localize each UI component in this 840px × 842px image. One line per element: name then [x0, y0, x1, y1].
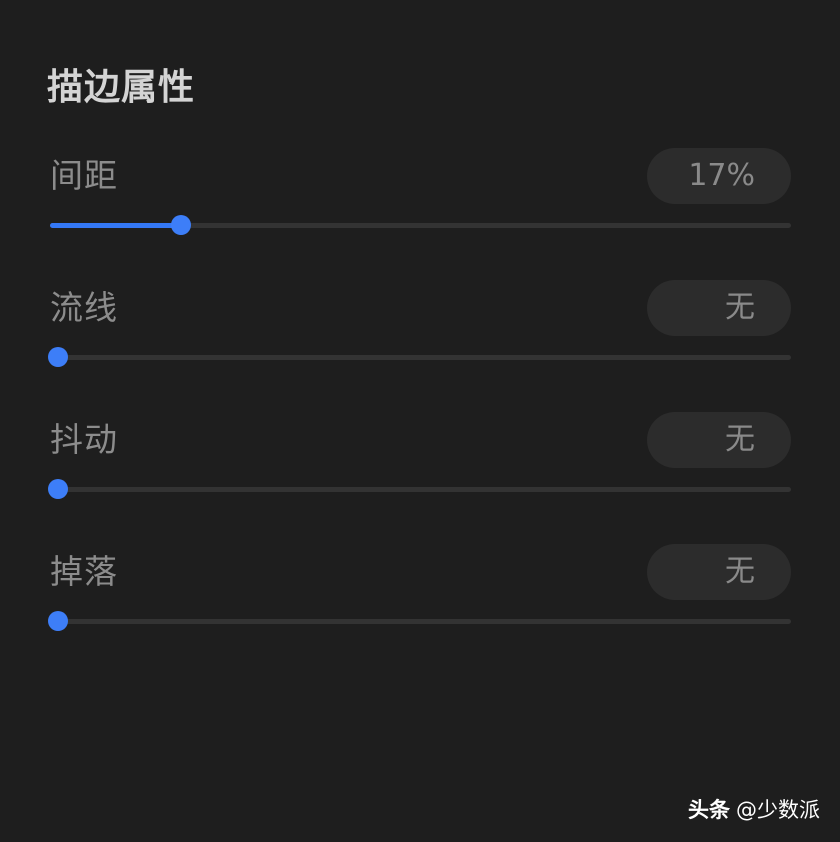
- jitter-slider-track: [50, 487, 791, 492]
- streamline-value-field[interactable]: 无: [647, 280, 791, 336]
- stroke-properties-panel: 描边属性 间距 17% 流线 无 抖动 无 掉落 无 头条 @少数派: [0, 0, 840, 842]
- streamline-slider-track: [50, 355, 791, 360]
- watermark-handle: @少数派: [736, 798, 820, 822]
- spacing-slider-fill: [50, 223, 182, 228]
- spacing-label: 间距: [50, 156, 118, 195]
- jitter-slider[interactable]: [48, 477, 791, 501]
- watermark: 头条 @少数派: [688, 796, 820, 824]
- streamline-slider[interactable]: [48, 345, 791, 369]
- spacing-value-field[interactable]: 17%: [647, 148, 791, 204]
- jitter-slider-thumb[interactable]: [48, 479, 68, 499]
- streamline-label: 流线: [50, 288, 118, 327]
- setting-row-jitter: 抖动 无: [0, 412, 840, 522]
- falloff-label: 掉落: [50, 552, 118, 591]
- falloff-value-field[interactable]: 无: [647, 544, 791, 600]
- watermark-brand: 头条: [688, 798, 730, 822]
- jitter-value-field[interactable]: 无: [647, 412, 791, 468]
- falloff-slider[interactable]: [48, 609, 791, 633]
- falloff-slider-thumb[interactable]: [48, 611, 68, 631]
- spacing-slider-thumb[interactable]: [171, 215, 192, 235]
- spacing-slider[interactable]: [50, 213, 791, 237]
- jitter-label: 抖动: [50, 420, 118, 459]
- streamline-slider-thumb[interactable]: [48, 347, 68, 367]
- setting-row-falloff: 掉落 无: [0, 544, 840, 654]
- falloff-slider-track: [50, 619, 791, 624]
- setting-row-streamline: 流线 无: [0, 280, 840, 390]
- setting-row-spacing: 间距 17%: [0, 148, 840, 258]
- section-title: 描边属性: [47, 67, 196, 108]
